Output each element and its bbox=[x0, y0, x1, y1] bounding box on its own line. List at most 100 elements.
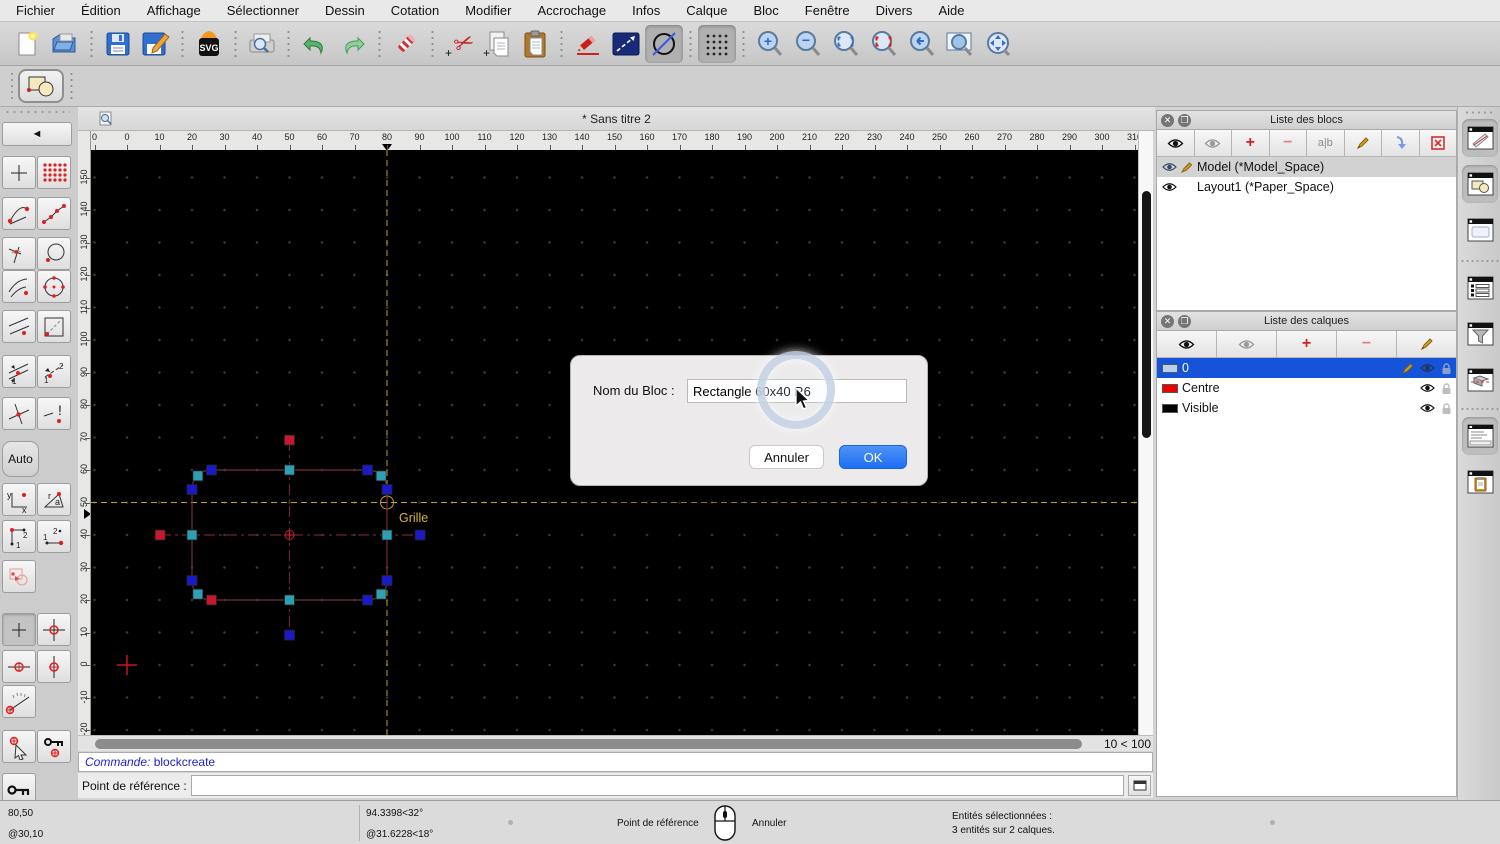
lock-relative-zero[interactable] bbox=[37, 730, 71, 763]
copy-button[interactable]: + bbox=[478, 25, 516, 63]
detach-icon[interactable]: ❐ bbox=[1178, 315, 1191, 328]
menu-item-aide[interactable]: Aide bbox=[938, 3, 964, 18]
zoom-previous-button[interactable] bbox=[903, 25, 941, 63]
snap-horizontal[interactable] bbox=[2, 650, 36, 683]
block-row-model[interactable]: Model (*Model_Space) bbox=[1157, 157, 1456, 177]
menu-item-selectionner[interactable]: Sélectionner bbox=[227, 3, 299, 18]
tool-point-grid[interactable] bbox=[37, 156, 71, 189]
tool-crosshair-plus[interactable] bbox=[2, 156, 36, 189]
add-block-button[interactable]: + bbox=[1232, 130, 1270, 156]
selection-handle[interactable] bbox=[187, 485, 197, 495]
rename-block-button[interactable]: a|b bbox=[1307, 130, 1345, 156]
menu-item-infos[interactable]: Infos bbox=[632, 3, 660, 18]
remove-block-button[interactable]: − bbox=[1270, 130, 1308, 156]
eye-icon[interactable] bbox=[1420, 403, 1435, 413]
layer-hide-button[interactable] bbox=[1217, 331, 1277, 357]
svg-export-button[interactable]: SVG bbox=[190, 25, 228, 63]
menu-item-dessin[interactable]: Dessin bbox=[325, 3, 365, 18]
tool-line-exclaim[interactable]: ! bbox=[37, 397, 71, 430]
menu-item-bloc[interactable]: Bloc bbox=[753, 3, 778, 18]
cut-button[interactable]: ✂ + bbox=[440, 25, 478, 63]
lock-icon[interactable] bbox=[1441, 362, 1452, 375]
line-tool-button[interactable] bbox=[607, 25, 645, 63]
edit-block-button[interactable] bbox=[1345, 130, 1383, 156]
block-hide-button[interactable] bbox=[1195, 130, 1233, 156]
toggle-command-widget[interactable] bbox=[1462, 417, 1498, 455]
selection-handle[interactable] bbox=[187, 576, 197, 586]
eye-icon[interactable] bbox=[1420, 383, 1435, 393]
vertical-scrollbar-thumb[interactable] bbox=[1142, 191, 1151, 438]
block-name-input[interactable] bbox=[687, 379, 907, 403]
snap-auto-button[interactable]: Auto bbox=[2, 441, 39, 477]
horizontal-scrollbar[interactable]: 10 < 100 bbox=[78, 735, 1153, 751]
selection-handle[interactable] bbox=[207, 465, 217, 475]
print-preview-button[interactable] bbox=[243, 25, 281, 63]
block-visibility-button[interactable] bbox=[1157, 130, 1195, 156]
selection-handle[interactable] bbox=[376, 471, 386, 481]
snap-free[interactable] bbox=[2, 613, 36, 646]
toggle-wall-tool[interactable] bbox=[1462, 361, 1498, 399]
insert-block-button[interactable] bbox=[1382, 130, 1420, 156]
menu-item-accrochage[interactable]: Accrochage bbox=[537, 3, 606, 18]
toggle-property-editor[interactable] bbox=[1462, 119, 1498, 157]
close-icon[interactable]: ✕ bbox=[1161, 315, 1174, 328]
command-window-toggle[interactable] bbox=[1128, 775, 1151, 796]
menu-item-fenetre[interactable]: Fenêtre bbox=[805, 3, 850, 18]
new-document-button[interactable] bbox=[8, 25, 46, 63]
undo-button[interactable] bbox=[296, 25, 334, 63]
layer-row-visible[interactable]: Visible bbox=[1157, 398, 1456, 418]
tool-spline-endpoints[interactable] bbox=[2, 197, 36, 230]
toggle-block-list[interactable] bbox=[1462, 165, 1498, 203]
zoom-window-button[interactable] bbox=[941, 25, 979, 63]
edit-layer-button[interactable] bbox=[1397, 331, 1456, 357]
selection-handle[interactable] bbox=[376, 589, 386, 599]
selection-handle[interactable] bbox=[415, 530, 425, 540]
menu-item-cotation[interactable]: Cotation bbox=[391, 3, 439, 18]
add-layer-button[interactable]: + bbox=[1277, 331, 1337, 357]
ok-button[interactable]: OK bbox=[839, 445, 907, 469]
layer-visibility-button[interactable] bbox=[1157, 331, 1217, 357]
back-button[interactable]: ◄ bbox=[2, 122, 72, 146]
tool-relative-corner[interactable]: 1 2 bbox=[2, 520, 36, 553]
draw-pen-button[interactable] bbox=[569, 25, 607, 63]
tool-divide-2[interactable]: 1 2 bbox=[37, 355, 71, 388]
close-icon[interactable]: ✕ bbox=[1161, 114, 1174, 127]
tool-cross-snap[interactable] bbox=[2, 397, 36, 430]
snap-vertical[interactable] bbox=[37, 650, 71, 683]
toggle-selection-filter[interactable] bbox=[1462, 315, 1498, 353]
selection-handle[interactable] bbox=[285, 630, 295, 640]
horizontal-scrollbar-thumb[interactable] bbox=[95, 739, 1082, 749]
pencil-icon[interactable] bbox=[1402, 362, 1414, 374]
tool-cartesian-coords[interactable]: y x bbox=[2, 483, 36, 516]
selection-handles[interactable] bbox=[155, 435, 425, 640]
detach-icon[interactable]: ❐ bbox=[1178, 114, 1191, 127]
menu-item-fichier[interactable]: Fichier bbox=[16, 3, 55, 18]
selection-handle[interactable] bbox=[285, 435, 295, 445]
selection-handle[interactable] bbox=[193, 471, 203, 481]
layer-row-centre[interactable]: Centre bbox=[1157, 378, 1456, 398]
tool-parallel-lines[interactable] bbox=[2, 310, 36, 343]
zoom-in-button[interactable]: + bbox=[751, 25, 789, 63]
grid-toggle[interactable] bbox=[698, 25, 736, 63]
selection-handle[interactable] bbox=[155, 530, 165, 540]
toggle-clipboard-panel[interactable] bbox=[1462, 463, 1498, 501]
remove-layer-button[interactable]: − bbox=[1337, 331, 1397, 357]
zoom-out-button[interactable]: − bbox=[789, 25, 827, 63]
tool-rectangle-point[interactable] bbox=[37, 310, 71, 343]
snap-center[interactable] bbox=[37, 613, 71, 646]
selection-handle[interactable] bbox=[382, 530, 392, 540]
snap-restrict-pointer[interactable] bbox=[2, 730, 36, 763]
selection-handle[interactable] bbox=[285, 595, 295, 605]
selection-handle[interactable] bbox=[207, 595, 217, 605]
zoom-selection-button[interactable] bbox=[865, 25, 903, 63]
command-input[interactable] bbox=[191, 775, 1124, 796]
tool-two-points[interactable]: 1 2 bbox=[37, 520, 71, 553]
save-as-button[interactable] bbox=[137, 25, 175, 63]
block-row-layout1[interactable]: Layout1 (*Paper_Space) bbox=[1157, 177, 1456, 197]
tool-polyline-points[interactable] bbox=[37, 197, 71, 230]
tool-circle-point[interactable] bbox=[37, 237, 71, 270]
selection-handle[interactable] bbox=[285, 465, 295, 475]
menu-item-edition[interactable]: Édition bbox=[81, 3, 121, 18]
selection-handle[interactable] bbox=[193, 589, 203, 599]
open-file-button[interactable] bbox=[46, 25, 84, 63]
